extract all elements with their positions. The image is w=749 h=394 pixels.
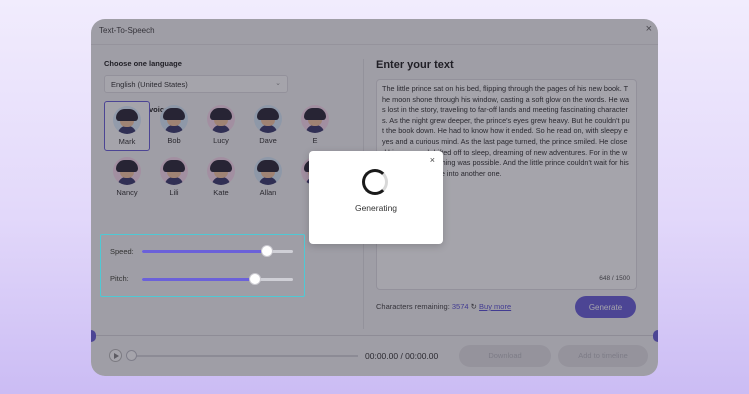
speed-label: Speed: xyxy=(110,247,134,256)
pitch-slider-fill xyxy=(142,278,256,281)
generating-modal: × Generating xyxy=(309,151,443,244)
pitch-slider-thumb[interactable] xyxy=(249,273,262,285)
pitch-slider[interactable] xyxy=(142,273,293,285)
speed-slider[interactable] xyxy=(142,245,293,257)
pitch-label: Pitch: xyxy=(110,274,129,283)
loading-spinner-icon xyxy=(362,169,388,195)
speed-slider-thumb[interactable] xyxy=(261,245,274,257)
speed-pitch-panel: Speed: Pitch: xyxy=(100,234,305,297)
modal-status-text: Generating xyxy=(354,203,398,213)
text-to-speech-dialog: Text-To-Speech × Choose one language Eng… xyxy=(91,19,658,376)
speed-slider-fill xyxy=(142,250,268,253)
modal-close-icon[interactable]: × xyxy=(430,155,435,165)
